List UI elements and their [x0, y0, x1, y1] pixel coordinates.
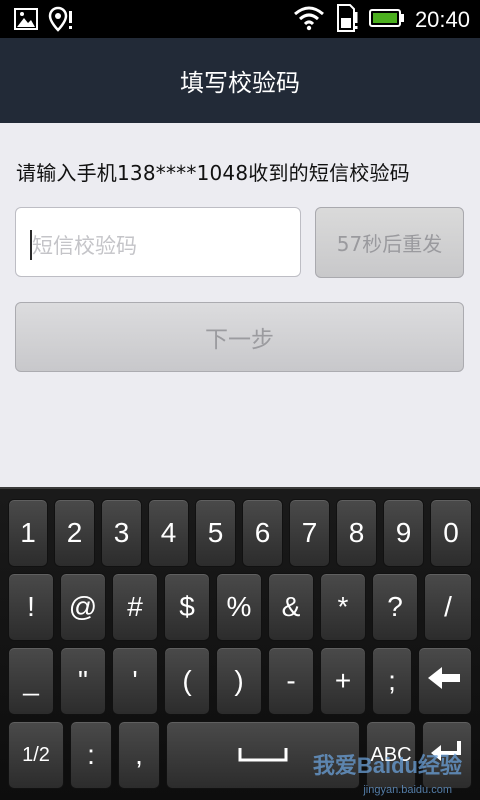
title-bar: 填写校验码 — [0, 38, 480, 123]
key-hyphen[interactable]: - — [268, 647, 314, 715]
key-underscore[interactable]: _ — [8, 647, 54, 715]
wifi-icon — [293, 5, 325, 35]
key-single-quote[interactable]: ' — [112, 647, 158, 715]
backspace-key[interactable] — [418, 647, 472, 715]
key-semicolon[interactable]: ; — [372, 647, 412, 715]
key-4[interactable]: 4 — [148, 499, 189, 567]
key-5[interactable]: 5 — [195, 499, 236, 567]
key-7[interactable]: 7 — [289, 499, 330, 567]
sd-card-alert-icon — [335, 4, 359, 36]
key-3[interactable]: 3 — [101, 499, 142, 567]
key-at[interactable]: @ — [60, 573, 106, 641]
status-left — [14, 6, 74, 36]
soft-keyboard: 1 2 3 4 5 6 7 8 9 0 ! @ # $ % & * ? / _ … — [0, 487, 480, 800]
key-dollar[interactable]: $ — [164, 573, 210, 641]
key-6[interactable]: 6 — [242, 499, 283, 567]
key-right-paren[interactable]: ) — [216, 647, 262, 715]
baidu-watermark-url: jingyan.baidu.com — [363, 784, 452, 796]
page-title: 填写校验码 — [180, 69, 300, 97]
key-question[interactable]: ? — [372, 573, 418, 641]
key-percent[interactable]: % — [216, 573, 262, 641]
key-plus[interactable]: + — [320, 647, 366, 715]
status-right: 20:40 — [293, 4, 470, 36]
code-input-placeholder: 短信校验码 — [32, 234, 137, 258]
key-0[interactable]: 0 — [430, 499, 472, 567]
image-notification-icon — [14, 7, 38, 35]
key-left-paren[interactable]: ( — [164, 647, 210, 715]
space-bar-icon — [238, 739, 288, 771]
backspace-icon — [428, 665, 462, 697]
key-asterisk[interactable]: * — [320, 573, 366, 641]
key-8[interactable]: 8 — [336, 499, 377, 567]
key-hash[interactable]: # — [112, 573, 158, 641]
instruction-text: 请输入手机138****1048收到的短信校验码 — [16, 161, 410, 185]
baidu-watermark: 我爱Baidu经验 — [312, 753, 462, 778]
key-9[interactable]: 9 — [383, 499, 424, 567]
key-1[interactable]: 1 — [8, 499, 48, 567]
key-comma[interactable]: , — [118, 721, 160, 789]
status-bar: 20:40 — [0, 0, 480, 38]
verification-form: 请输入手机138****1048收到的短信校验码 短信校验码 57秒后重发 下一… — [0, 123, 480, 487]
location-alert-icon — [48, 6, 74, 36]
next-step-button[interactable]: 下一步 — [15, 302, 464, 372]
key-slash[interactable]: / — [424, 573, 472, 641]
verification-code-input[interactable]: 短信校验码 — [15, 207, 301, 277]
resend-code-button[interactable]: 57秒后重发 — [315, 207, 464, 278]
key-exclamation[interactable]: ! — [8, 573, 54, 641]
key-colon[interactable]: : — [70, 721, 112, 789]
key-double-quote[interactable]: " — [60, 647, 106, 715]
key-ampersand[interactable]: & — [268, 573, 314, 641]
symbols-page-key[interactable]: 1/2 — [8, 721, 64, 789]
status-time: 20:40 — [414, 7, 470, 32]
battery-icon — [368, 8, 405, 32]
key-2[interactable]: 2 — [54, 499, 95, 567]
